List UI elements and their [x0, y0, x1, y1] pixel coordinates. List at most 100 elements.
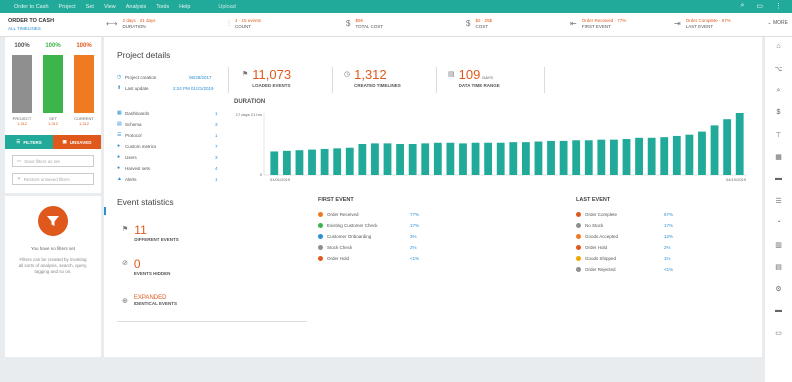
identical-events-label: IDENTICAL EVENTS: [133, 301, 178, 306]
filter-icon: ☰: [16, 139, 21, 144]
close-icon: ✕: [17, 176, 21, 181]
last-event-row[interactable]: Goods Accepted 12%: [576, 234, 673, 239]
duration-bar: [547, 140, 555, 175]
first-event-label: Stock Check: [327, 245, 353, 250]
first-event-row[interactable]: Existing Customer Check 17%: [318, 223, 419, 228]
list-item-dashboards[interactable]: ▦ Dashboards 1: [117, 110, 221, 116]
save-filters-button[interactable]: ▭ Save filters as set: [12, 155, 94, 167]
unsaved-tab[interactable]: ▣ UNSAVED: [53, 135, 101, 149]
funnel-icon: [38, 206, 68, 236]
menu-set[interactable]: Set: [86, 4, 94, 10]
duration-bar: [521, 142, 530, 175]
last-event-pct: 12%: [664, 234, 674, 239]
more-vert-icon[interactable]: ⋮: [775, 2, 782, 10]
divider: [332, 67, 333, 93]
timeline-icon[interactable]: ▬: [765, 175, 792, 183]
org-chart-icon[interactable]: ⊤: [765, 131, 792, 140]
duration-bar: [396, 144, 404, 175]
settings-icon[interactable]: ⚙: [765, 285, 792, 294]
filter-total-cost[interactable]: $ $5K TOTAL COST: [346, 18, 383, 29]
filter-duration[interactable]: ⟷ 2 days · 21 days DURATION: [106, 18, 156, 29]
last-event-row[interactable]: Goods Shipped 1%: [576, 256, 671, 261]
home-icon[interactable]: ⌂: [765, 43, 792, 51]
menu-project[interactable]: Project: [59, 4, 76, 10]
menu-view[interactable]: View: [104, 4, 116, 10]
columns-icon[interactable]: ▥: [765, 241, 792, 250]
filter-last-event[interactable]: ⇥ Order Complete · 67% LAST EVENT: [674, 18, 731, 29]
divider: [544, 67, 545, 93]
event-icon: [318, 234, 323, 239]
filter-first-event[interactable]: ⇤ Order Received · 77% FIRST EVENT: [570, 18, 626, 29]
search-icon[interactable]: ⌕: [740, 2, 744, 10]
item-label: Harvest sets: [125, 165, 151, 171]
restore-filters-button[interactable]: ✕ Restore unsaved filters: [12, 173, 94, 185]
current-bar-label: CURRENT 1,312: [74, 116, 94, 126]
save-filters-label: Save filters as set: [24, 158, 60, 164]
last-event-label: Order Rejected: [585, 267, 616, 272]
clock-icon: ◷: [117, 74, 122, 80]
last-event-row[interactable]: Order Complete 67%: [576, 212, 673, 217]
count-value: 4 · 15 events: [235, 18, 262, 23]
table-icon[interactable]: ▦: [765, 153, 792, 162]
menu-order-to-cash[interactable]: Order to Cash: [14, 4, 49, 10]
variants-icon[interactable]: ⌥: [765, 65, 792, 74]
cost-value: $2 · 25$: [475, 18, 492, 23]
menu-tools[interactable]: Tools: [156, 4, 169, 10]
filter-cost[interactable]: $ $2 · 25$ COST: [466, 18, 492, 29]
first-event-pct: <1%: [410, 256, 420, 261]
last-event-pct: 2%: [664, 245, 671, 250]
last-event-label: Order Complete: [585, 212, 618, 217]
last-update-label: Last update: [125, 85, 149, 91]
list-item-alerts[interactable]: ▲ Alerts 1: [117, 176, 221, 182]
last-event-label: Goods Accepted: [585, 234, 619, 239]
dashboard-icon[interactable]: ▬: [765, 307, 792, 315]
flag-icon: ⚑: [122, 226, 129, 233]
identical-events-stat: ⊕ EXPANDED IDENTICAL EVENTS: [122, 295, 177, 306]
list-item-users[interactable]: ● Users 3: [117, 154, 221, 160]
list-item-schema[interactable]: ▤ Schema 3: [117, 121, 221, 127]
report-icon[interactable]: ▭: [765, 329, 792, 338]
more-button[interactable]: ⌄ MORE: [767, 20, 788, 26]
list-item-custom-metrics[interactable]: ● Custom metrics 7: [117, 143, 221, 149]
pie-icon[interactable]: ◔: [765, 219, 792, 227]
menu-analysis[interactable]: Analysis: [126, 4, 146, 10]
list-item-harvest-sets[interactable]: ● Harvest sets 4: [117, 165, 221, 171]
item-label: Schema: [125, 121, 142, 127]
first-event-row[interactable]: Stock Check 2%: [318, 245, 417, 250]
duration-bar: [295, 150, 304, 175]
harvest-icon: ●: [117, 165, 121, 171]
event-icon: [576, 234, 581, 239]
last-event-icon: ⇥: [674, 19, 681, 28]
project-pct: 100%: [14, 43, 30, 49]
item-count: 1: [215, 132, 218, 138]
query-icon[interactable]: ⌕: [765, 87, 792, 96]
data-time-range-unit: DAYS: [482, 75, 493, 80]
no-filters-title: You have no filters set: [30, 246, 76, 251]
bars-icon[interactable]: ▤: [765, 263, 792, 272]
save-icon: ▭: [17, 158, 22, 163]
last-event-row[interactable]: Order Hold 2%: [576, 245, 671, 250]
last-event-row[interactable]: Order Rejected <1%: [576, 267, 673, 272]
first-event-row[interactable]: Order Hold <1%: [318, 256, 419, 261]
count-label: COUNT: [235, 24, 251, 29]
clock-icon: ◷: [344, 71, 351, 78]
first-event-row[interactable]: Order Received 77%: [318, 212, 419, 217]
filters-tab[interactable]: ☰ FILTERS: [5, 135, 53, 149]
dollar-icon[interactable]: $: [765, 109, 792, 117]
filters-tab-label: FILTERS: [23, 139, 42, 145]
item-label: Dashboards: [125, 110, 150, 116]
last-event-row[interactable]: No Stock 17%: [576, 223, 673, 228]
data-time-range-label: DATA TIME RANGE: [458, 83, 500, 88]
list-item-protocol[interactable]: ☰ Protocol 1: [117, 132, 221, 138]
upload-button[interactable]: Upload: [218, 4, 235, 10]
window-icon[interactable]: ▭: [756, 2, 763, 10]
first-event-row[interactable]: Customer Onboarding 3%: [318, 234, 417, 239]
filter-count[interactable]: ⫶ 4 · 15 events COUNT: [228, 18, 261, 29]
event-icon: [318, 212, 323, 217]
project-set-title[interactable]: ORDER TO CASH ALL TIMELINES: [8, 18, 54, 31]
divider: [5, 193, 101, 196]
project-details-title: Project details: [117, 50, 171, 60]
menu-help[interactable]: Help: [179, 4, 190, 10]
list-icon[interactable]: ☰: [765, 197, 792, 206]
total-cost-label: TOTAL COST: [355, 24, 384, 29]
